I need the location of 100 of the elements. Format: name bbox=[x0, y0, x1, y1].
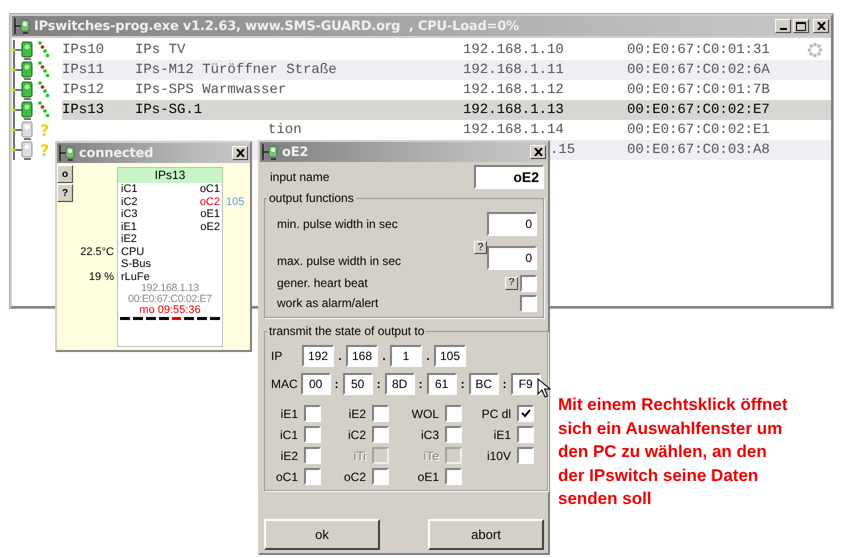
checkbox[interactable] bbox=[520, 274, 537, 292]
name-field[interactable]: oE2 bbox=[474, 165, 544, 189]
device-id: IPs11 bbox=[62, 62, 106, 78]
checkbox-label: iC1 bbox=[280, 428, 298, 442]
checkbox[interactable] bbox=[520, 294, 537, 312]
address-field[interactable]: 168 bbox=[346, 345, 378, 367]
channel-value: 105 bbox=[226, 196, 244, 208]
checkbox-label: iE1 bbox=[494, 428, 511, 442]
checkbox-label: work as alarm/alert bbox=[276, 296, 378, 310]
field-label: input name bbox=[269, 170, 330, 184]
close-button[interactable] bbox=[232, 146, 248, 160]
device-row[interactable]: IPs10 IPs TV 192.168.1.10 00:E0:67:C0:01:31 bbox=[12, 40, 831, 60]
device-name: tion bbox=[268, 122, 303, 138]
device-row[interactable]: IPs13 IPs-SG.1 192.168.1.13 00:E0:67:C0:02:E7 bbox=[12, 100, 831, 120]
side-button[interactable]: ? bbox=[57, 184, 73, 202]
channel-label: oC2 bbox=[200, 196, 220, 208]
dialog-button[interactable]: abort bbox=[428, 519, 544, 550]
address-field[interactable]: 8D bbox=[384, 373, 415, 395]
status-dots-icon bbox=[38, 81, 50, 99]
address-field[interactable]: F9 bbox=[510, 373, 541, 395]
channel-label: iC2 bbox=[121, 196, 138, 208]
maximize-icon bbox=[796, 22, 806, 30]
close-button[interactable] bbox=[813, 19, 829, 33]
checkbox[interactable] bbox=[445, 426, 462, 443]
sensor-reading: 19 % bbox=[88, 270, 114, 283]
device-id: IPs12 bbox=[62, 82, 106, 98]
checkbox[interactable] bbox=[517, 447, 534, 464]
checkbox[interactable] bbox=[517, 426, 534, 443]
group-title: output functions bbox=[268, 191, 355, 205]
checkbox[interactable] bbox=[517, 405, 534, 422]
device-title: IPs13 bbox=[118, 168, 222, 183]
device-row[interactable]: IPs12 IPs-SPS Warmwasser 192.168.1.12 00:E0:67:C0:01:7B bbox=[12, 80, 831, 100]
plug-icon bbox=[59, 145, 77, 161]
number-field[interactable]: 0 bbox=[487, 246, 537, 270]
side-button[interactable]: o bbox=[57, 165, 73, 183]
channel-label: CPU bbox=[121, 246, 144, 258]
separator-text: : bbox=[376, 377, 382, 391]
unknown-status-mark: ? bbox=[40, 120, 50, 140]
checkbox[interactable] bbox=[372, 468, 389, 485]
address-field[interactable]: 105 bbox=[434, 345, 466, 367]
ip-address: 192.168.1.12 bbox=[463, 82, 565, 98]
checkbox-label: oC1 bbox=[276, 470, 298, 484]
address-field[interactable]: 61 bbox=[426, 373, 457, 395]
mac-address: 00:E0:67:C0:03:A8 bbox=[627, 142, 771, 158]
checkbox-label: gener. heart beat bbox=[276, 276, 368, 290]
checkbox-label: oC2 bbox=[344, 470, 366, 484]
ip-address: 192.168.1.11 bbox=[463, 62, 565, 78]
checkbox-label: i10V bbox=[486, 448, 511, 462]
device-row[interactable]: IPs11 IPs-M12 Türöffner Straße 192.168.1.11 00:E0:67:C0:02:6A bbox=[12, 60, 831, 80]
close-button[interactable] bbox=[530, 145, 546, 159]
separator-text: . bbox=[425, 349, 431, 363]
checkbox[interactable] bbox=[372, 405, 389, 422]
checkbox[interactable] bbox=[372, 426, 389, 443]
group-title: transmit the state of output to bbox=[268, 324, 426, 338]
checkbox[interactable] bbox=[445, 405, 462, 422]
checkbox[interactable] bbox=[304, 468, 321, 485]
device-id: IPs13 bbox=[62, 102, 106, 118]
checkbox-label: iE1 bbox=[280, 406, 298, 420]
checkbox[interactable] bbox=[445, 468, 462, 485]
mac-address: 00:E0:67:C0:02:E7 bbox=[127, 294, 213, 305]
window-title: connected bbox=[79, 146, 154, 160]
device-name: IPs-SPS Warmwasser bbox=[135, 82, 288, 98]
maximize-button[interactable] bbox=[793, 19, 809, 33]
checkbox-label: iC3 bbox=[420, 428, 439, 442]
mac-address: 00:E0:67:C0:02:E1 bbox=[627, 122, 771, 138]
device-row[interactable]: ? tion 192.168.1.14 00:E0:67:C0:02:E1 bbox=[12, 120, 831, 140]
address-field[interactable]: 1 bbox=[390, 345, 422, 367]
number-field[interactable]: 0 bbox=[487, 212, 537, 236]
channel-label: iC1 bbox=[121, 183, 138, 196]
separator-text: . bbox=[337, 349, 343, 363]
status-dots-icon bbox=[38, 61, 50, 79]
device-id: IPs10 bbox=[62, 42, 106, 58]
help-button[interactable]: ? bbox=[505, 276, 518, 290]
field-label: IP bbox=[271, 349, 284, 363]
checkbox[interactable] bbox=[304, 447, 321, 464]
channel-label: oE2 bbox=[200, 220, 220, 233]
mac-address: 00:E0:67:C0:02:E7 bbox=[627, 102, 771, 118]
ip-address: 192.168.1.14 bbox=[463, 122, 565, 138]
separator-text: : bbox=[418, 377, 424, 391]
mac-address: 00:E0:67:C0:02:6A bbox=[627, 62, 771, 78]
close-icon bbox=[236, 149, 244, 157]
mac-address: 00:E0:67:C0:01:7B bbox=[627, 82, 771, 98]
dialog-button[interactable]: ok bbox=[264, 519, 380, 550]
channel-label: iC3 bbox=[121, 208, 138, 220]
checkbox-label: PC dl bbox=[482, 406, 511, 420]
close-icon bbox=[534, 148, 542, 156]
clock-time: mo 09:55:36 bbox=[138, 305, 202, 316]
help-button[interactable]: ? bbox=[474, 241, 487, 254]
address-field[interactable]: 50 bbox=[342, 373, 373, 395]
checkbox[interactable] bbox=[304, 426, 321, 443]
device-name: IPs TV bbox=[135, 42, 186, 58]
address-field[interactable]: 00 bbox=[300, 373, 331, 395]
minimize-button[interactable] bbox=[775, 19, 791, 33]
address-field[interactable]: BC bbox=[468, 373, 499, 395]
address-field[interactable]: 192 bbox=[302, 345, 334, 367]
checkbox[interactable] bbox=[304, 405, 321, 422]
minimize-icon bbox=[780, 28, 786, 30]
status-dots-icon bbox=[38, 101, 50, 119]
checkmark-icon bbox=[520, 409, 530, 418]
ip-address: 192.168.1.10 bbox=[463, 42, 565, 58]
